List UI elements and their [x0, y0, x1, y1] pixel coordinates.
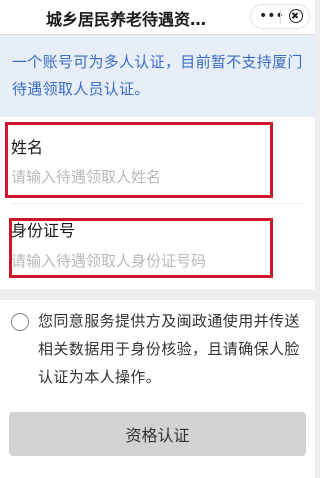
close-circle-icon[interactable]	[289, 9, 303, 23]
notice-banner: 一个账号可为多人认证，目前暂不支持厦门待遇领取人员认证。	[0, 35, 315, 117]
qualification-verify-button[interactable]: 资格认证	[9, 412, 306, 456]
page-title: 城乡居民养老待遇资…	[46, 10, 207, 29]
capsule-divider	[280, 10, 281, 24]
agreement-section: 您同意服务提供方及闽政通使用并传送相关数据用于身份核验，且请确保人脸认证为本人操…	[0, 300, 315, 396]
mini-program-capsule: •••	[250, 4, 310, 29]
name-label: 姓名	[11, 138, 44, 157]
top-navigation-bar: 城乡居民养老待遇资… •••	[0, 0, 315, 35]
name-input[interactable]	[11, 165, 301, 189]
submit-area: 资格认证	[0, 396, 315, 478]
id-number-input[interactable]	[11, 249, 301, 273]
verification-form: 姓名 身份证号	[0, 117, 315, 289]
id-number-label: 身份证号	[11, 221, 76, 240]
field-divider	[11, 203, 304, 204]
agreement-radio[interactable]	[11, 313, 29, 331]
agreement-text: 您同意服务提供方及闽政通使用并传送相关数据用于身份核验，且请确保人脸认证为本人操…	[38, 312, 300, 386]
